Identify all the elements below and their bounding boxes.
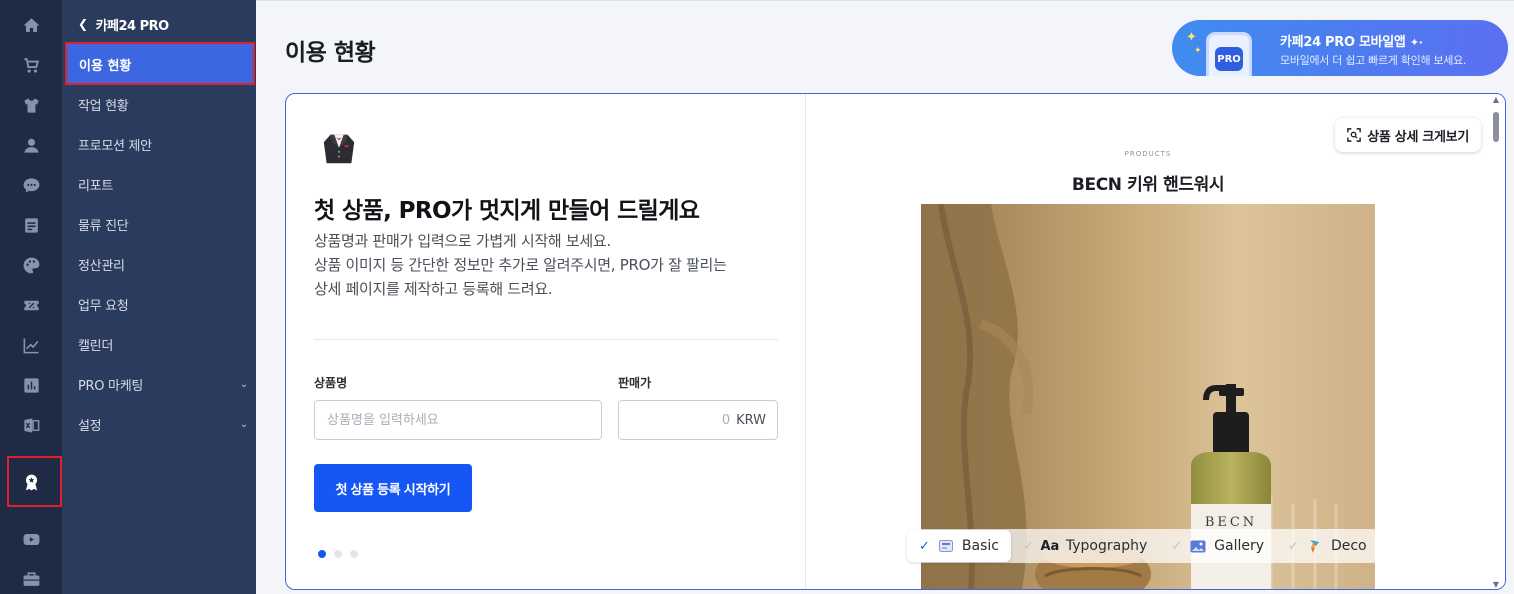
sidebar-item-logistics[interactable]: 물류 진단 [78, 213, 248, 235]
pro-app-badge: PRO [1215, 47, 1243, 71]
carousel-dot[interactable] [334, 550, 342, 558]
currency-label: KRW [736, 412, 766, 428]
price-value: 0 [721, 412, 731, 428]
sidebar-item-report[interactable]: 리포트 [78, 173, 248, 195]
sidebar-item-label: 작업 현황 [78, 98, 129, 114]
start-first-product-button[interactable]: 첫 상품 등록 시작하기 [314, 464, 472, 512]
cart-icon[interactable] [20, 54, 42, 76]
template-label: Deco [1330, 538, 1367, 554]
chat-icon[interactable] [20, 174, 42, 196]
sidebar-item-label: 정산관리 [78, 258, 125, 274]
briefcase-icon[interactable] [20, 568, 42, 590]
sidebar-item-usage-status[interactable]: 이용 현황 [65, 42, 255, 85]
template-label: Basic [961, 538, 999, 554]
carousel-dot[interactable] [318, 550, 326, 558]
onboarding-description: 상품명과 판매가 입력으로 가볍게 시작해 보세요. 상품 이미지 등 간단한 … [314, 229, 784, 301]
sidebar-item-promotion[interactable]: 프로모션 제안 [78, 133, 248, 155]
icon-rail [0, 0, 62, 594]
back-label: 카페24 PRO [95, 18, 170, 34]
chevron-down-icon: ⌄ [239, 378, 248, 390]
description-line: 상품명과 판매가 입력으로 가볍게 시작해 보세요. [314, 232, 611, 250]
divider [314, 339, 778, 340]
onboarding-card: 첫 상품, PRO가 멋지게 만들어 드릴게요 상품명과 판매가 입력으로 가볍… [285, 93, 1506, 590]
template-selector: ✓ Basic ✓ Aa Typography ✓ Gallery ✓ Deco [907, 529, 1379, 563]
sidebar-item-label: 업무 요청 [78, 298, 129, 314]
scroll-down-arrow[interactable]: ▼ [1491, 581, 1501, 589]
sidebar-item-calendar[interactable]: 캘린더 [78, 333, 248, 355]
youtube-icon[interactable] [20, 528, 42, 550]
template-basic[interactable]: ✓ Basic [907, 530, 1011, 562]
sidebar-item-work-status[interactable]: 작업 현황 [78, 93, 248, 115]
user-icon[interactable] [20, 134, 42, 156]
onboarding-form-pane: 첫 상품, PRO가 멋지게 만들어 드릴게요 상품명과 판매가 입력으로 가볍… [286, 94, 806, 589]
zoom-scan-icon [1347, 128, 1362, 142]
sidebar-item-settlement[interactable]: 정산관리 [78, 253, 248, 275]
promo-title: 카페24 PRO 모바일앱 ✦​· [1280, 35, 1423, 50]
zoom-preview-button[interactable]: 상품 상세 크게보기 [1335, 118, 1481, 152]
carousel-dots [318, 550, 358, 558]
sidebar-item-settings[interactable]: 설정 ⌄ [78, 413, 248, 435]
document-icon[interactable] [20, 214, 42, 236]
pro-badge-icon[interactable] [20, 471, 42, 493]
sidebar-item-label: 이용 현황 [79, 59, 132, 74]
back-to-pro-link[interactable]: ❮ 카페24 PRO [78, 14, 169, 34]
typography-icon: Aa [1040, 538, 1060, 554]
sidebar-item-work-request[interactable]: 업무 요청 [78, 293, 248, 315]
basic-template-icon [938, 538, 954, 554]
product-preview-pane: PRODUCTS BECN 키위 핸드워시 BECN 상품 상세 크게보기 ✓ … [807, 94, 1505, 589]
palette-icon[interactable] [20, 254, 42, 276]
excel-icon[interactable] [20, 414, 42, 436]
check-icon: ✓ [1288, 538, 1299, 554]
sidebar-item-label: 프로모션 제안 [78, 138, 152, 154]
coupon-icon[interactable] [20, 294, 42, 316]
scroll-up-arrow[interactable]: ▲ [1491, 96, 1501, 104]
sparkle-icon: ✦ [1186, 30, 1197, 45]
sidebar-item-pro-marketing[interactable]: PRO 마케팅 ⌄ [78, 373, 248, 395]
check-icon: ✓ [919, 538, 930, 554]
onboarding-headline: 첫 상품, PRO가 멋지게 만들어 드릴게요 [314, 198, 700, 224]
deco-icon [1307, 538, 1323, 554]
sidebar-item-label: PRO 마케팅 [78, 378, 144, 394]
template-gallery[interactable]: ✓ Gallery [1159, 530, 1276, 562]
price-input[interactable]: 0 KRW [618, 400, 778, 440]
sparkle-icon: ✦ [1194, 46, 1202, 56]
sidebar-item-label: 물류 진단 [78, 218, 129, 234]
main-content: 이용 현황 ✦ ✦ PRO 카페24 PRO 모바일앱 ✦​· 모바일에서 더 … [256, 0, 1514, 594]
template-label: Gallery [1214, 538, 1265, 554]
shirt-icon[interactable] [20, 94, 42, 116]
chevron-left-icon: ❮ [78, 17, 88, 31]
template-deco[interactable]: ✓ Deco [1276, 530, 1379, 562]
product-name-input[interactable] [314, 400, 602, 440]
check-icon: ✓ [1171, 538, 1183, 554]
sidebar-item-label: 캘린더 [78, 338, 113, 354]
description-line: 상세 페이지를 제작하고 등록해 드려요. [314, 280, 553, 298]
trend-chart-icon[interactable] [20, 334, 42, 356]
mobile-app-promo-banner[interactable]: ✦ ✦ PRO 카페24 PRO 모바일앱 ✦​· 모바일에서 더 쉽고 빠르게… [1172, 20, 1508, 76]
home-icon[interactable] [20, 14, 42, 36]
product-name-label: 상품명 [314, 376, 348, 390]
template-label: Typography [1065, 538, 1148, 554]
gallery-icon [1190, 538, 1206, 554]
scrollbar-thumb[interactable] [1493, 112, 1499, 142]
page-title: 이용 현황 [285, 40, 376, 66]
zoom-preview-label: 상품 상세 크게보기 [1367, 129, 1469, 145]
promo-subtitle: 모바일에서 더 쉽고 빠르게 확인해 보세요. [1280, 54, 1467, 67]
price-label: 판매가 [618, 376, 652, 390]
tuxedo-icon [323, 134, 355, 164]
sidebar-item-label: 설정 [78, 418, 102, 434]
template-typography[interactable]: ✓ Aa Typography [1011, 530, 1159, 562]
sidebar-nav: ❮ 카페24 PRO 이용 현황 작업 현황 프로모션 제안 리포트 물류 진단… [62, 0, 256, 594]
bar-chart-icon[interactable] [20, 374, 42, 396]
description-line: 상품 이미지 등 간단한 정보만 추가로 알려주시면, PRO가 잘 팔리는 [314, 256, 727, 274]
chevron-down-icon: ⌄ [239, 418, 248, 430]
preview-product-title: BECN 키위 핸드워시 [1071, 175, 1225, 195]
check-icon: ✓ [1022, 538, 1034, 554]
carousel-dot[interactable] [350, 550, 358, 558]
bottle-label: BECN [1205, 515, 1257, 530]
sidebar-item-label: 리포트 [78, 178, 113, 194]
sparkle-icon: ✦​· [1409, 36, 1423, 49]
